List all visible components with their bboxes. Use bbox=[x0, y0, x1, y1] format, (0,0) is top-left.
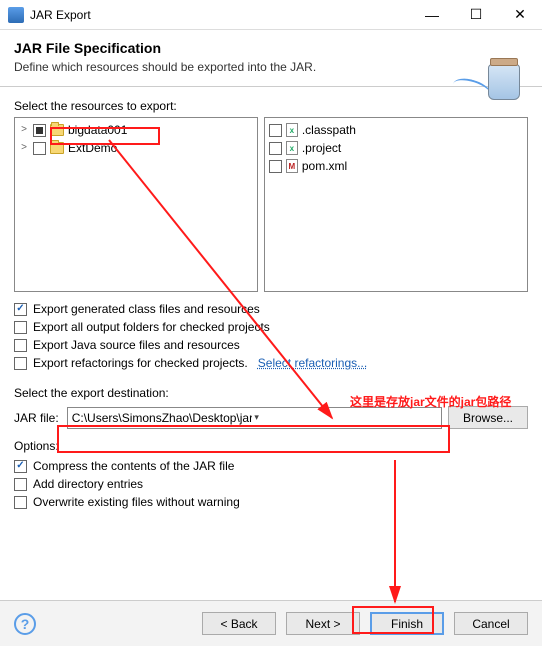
option-label: Export refactorings for checked projects… bbox=[33, 356, 248, 370]
browse-button[interactable]: Browse... bbox=[448, 406, 528, 429]
dialog-header: JAR File Specification Define which reso… bbox=[0, 30, 542, 87]
file-icon: x bbox=[286, 141, 298, 155]
option-label: Export Java source files and resources bbox=[33, 338, 240, 352]
jar-file-row: JAR file: C:\Users\SimonsZhao\Desktop\ja… bbox=[14, 406, 528, 429]
back-button[interactable]: < Back bbox=[202, 612, 276, 635]
maximize-button[interactable]: ☐ bbox=[454, 0, 498, 29]
file-item-project[interactable]: x .project bbox=[269, 139, 523, 157]
options-section: Options: Compress the contents of the JA… bbox=[14, 439, 528, 511]
checkbox[interactable] bbox=[14, 321, 27, 334]
checkbox[interactable] bbox=[269, 142, 282, 155]
opt-export-class-files[interactable]: Export generated class files and resourc… bbox=[14, 300, 528, 318]
page-subtitle: Define which resources should be exporte… bbox=[14, 60, 528, 74]
checkbox[interactable] bbox=[33, 124, 46, 137]
option-label: Add directory entries bbox=[33, 477, 143, 491]
opt-export-source-files[interactable]: Export Java source files and resources bbox=[14, 336, 528, 354]
expand-icon[interactable]: > bbox=[19, 140, 29, 156]
file-list[interactable]: x .classpath x .project M pom.xml bbox=[264, 117, 528, 292]
opt-export-refactorings[interactable]: Export refactorings for checked projects… bbox=[14, 354, 528, 372]
option-label: Export all output folders for checked pr… bbox=[33, 320, 270, 334]
cancel-button[interactable]: Cancel bbox=[454, 612, 528, 635]
file-item-label: .classpath bbox=[302, 122, 356, 138]
page-title: JAR File Specification bbox=[14, 40, 528, 56]
finish-button[interactable]: Finish bbox=[370, 612, 444, 635]
export-options: Export generated class files and resourc… bbox=[14, 300, 528, 372]
checkbox[interactable] bbox=[269, 124, 282, 137]
tree-item-bigdata001[interactable]: > bigdata001 bbox=[19, 121, 253, 139]
titlebar: JAR Export — ☐ ✕ bbox=[0, 0, 542, 30]
option-label: Compress the contents of the JAR file bbox=[33, 459, 234, 473]
tree-item-extdemo[interactable]: > ExtDemo bbox=[19, 139, 253, 157]
select-refactorings-link[interactable]: Select refactorings... bbox=[258, 356, 367, 370]
resource-panes: > bigdata001 > ExtDemo x .classpath x bbox=[14, 117, 528, 292]
jar-icon bbox=[480, 56, 528, 104]
checkbox[interactable] bbox=[14, 460, 27, 473]
next-button[interactable]: Next > bbox=[286, 612, 360, 635]
checkbox[interactable] bbox=[269, 160, 282, 173]
tree-item-label: bigdata001 bbox=[68, 122, 127, 138]
jar-file-label: JAR file: bbox=[14, 411, 61, 425]
file-icon: x bbox=[286, 123, 298, 137]
minimize-button[interactable]: — bbox=[410, 0, 454, 29]
opt-add-dir-entries[interactable]: Add directory entries bbox=[14, 475, 528, 493]
file-item-label: .project bbox=[302, 140, 341, 156]
folder-icon bbox=[50, 124, 64, 136]
option-label: Export generated class files and resourc… bbox=[33, 302, 260, 316]
file-item-pomxml[interactable]: M pom.xml bbox=[269, 157, 523, 175]
option-label: Overwrite existing files without warning bbox=[33, 495, 240, 509]
tree-item-label: ExtDemo bbox=[68, 140, 117, 156]
opt-compress[interactable]: Compress the contents of the JAR file bbox=[14, 457, 528, 475]
project-tree[interactable]: > bigdata001 > ExtDemo bbox=[14, 117, 258, 292]
expand-icon[interactable]: > bbox=[19, 122, 29, 138]
jar-file-input[interactable]: C:\Users\SimonsZhao\Desktop\jar\JarDemo.… bbox=[67, 407, 442, 429]
checkbox[interactable] bbox=[14, 478, 27, 491]
options-label: Options: bbox=[14, 439, 528, 453]
checkbox[interactable] bbox=[14, 357, 27, 370]
chevron-down-icon[interactable]: ▾ bbox=[252, 412, 437, 423]
window-title: JAR Export bbox=[30, 8, 410, 22]
opt-export-output-folders[interactable]: Export all output folders for checked pr… bbox=[14, 318, 528, 336]
checkbox[interactable] bbox=[33, 142, 46, 155]
dialog-content: Select the resources to export: > bigdat… bbox=[0, 87, 542, 511]
checkbox[interactable] bbox=[14, 339, 27, 352]
file-item-classpath[interactable]: x .classpath bbox=[269, 121, 523, 139]
file-icon: M bbox=[286, 159, 298, 173]
folder-icon bbox=[50, 142, 64, 154]
jar-file-value: C:\Users\SimonsZhao\Desktop\jar\JarDemo.… bbox=[72, 411, 253, 425]
help-icon[interactable]: ? bbox=[14, 613, 36, 635]
checkbox[interactable] bbox=[14, 303, 27, 316]
opt-overwrite[interactable]: Overwrite existing files without warning bbox=[14, 493, 528, 511]
close-button[interactable]: ✕ bbox=[498, 0, 542, 29]
checkbox[interactable] bbox=[14, 496, 27, 509]
select-resources-label: Select the resources to export: bbox=[14, 99, 528, 113]
file-item-label: pom.xml bbox=[302, 158, 347, 174]
destination-label: Select the export destination: bbox=[14, 386, 528, 400]
app-icon bbox=[8, 7, 24, 23]
button-bar: ? < Back Next > Finish Cancel bbox=[0, 600, 542, 646]
